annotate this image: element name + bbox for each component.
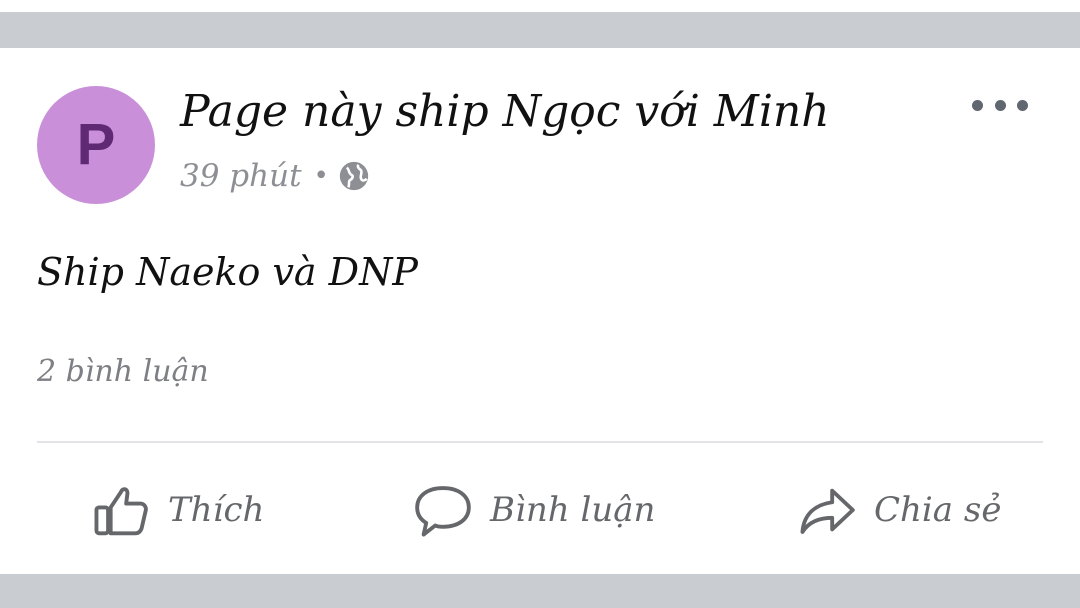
like-label: Thích <box>168 490 265 530</box>
meta-separator: • <box>313 161 329 191</box>
comment-icon <box>415 486 471 537</box>
globe-icon[interactable] <box>337 159 371 193</box>
more-dot <box>972 99 983 111</box>
comments-count[interactable]: 2 bình luận <box>37 354 209 389</box>
like-button[interactable]: Thích <box>90 480 264 540</box>
share-icon <box>800 488 855 534</box>
more-dot <box>994 99 1006 111</box>
avatar[interactable]: P <box>37 86 155 204</box>
post-text: Ship Naeko và DNP <box>37 250 418 294</box>
thumbs-up-icon <box>94 487 148 536</box>
more-dot <box>1017 99 1028 111</box>
post-time[interactable]: 39 phút <box>180 158 302 194</box>
page-name[interactable]: Page này ship Ngọc với Minh <box>180 86 830 137</box>
share-label: Chia sẻ <box>874 490 1002 530</box>
post-meta: 39 phút • <box>180 156 371 196</box>
more-options-button[interactable] <box>972 90 1028 120</box>
top-white-strip <box>0 0 1080 12</box>
comment-label: Bình luận <box>490 490 656 530</box>
divider <box>37 441 1043 443</box>
share-button[interactable]: Chia sẻ <box>796 480 1001 540</box>
avatar-letter: P <box>76 112 116 177</box>
comment-button[interactable]: Bình luận <box>412 480 655 540</box>
bottom-gray-strip <box>0 574 1080 608</box>
post-card: P Page này ship Ngọc với Minh 39 phút • … <box>0 48 1080 574</box>
